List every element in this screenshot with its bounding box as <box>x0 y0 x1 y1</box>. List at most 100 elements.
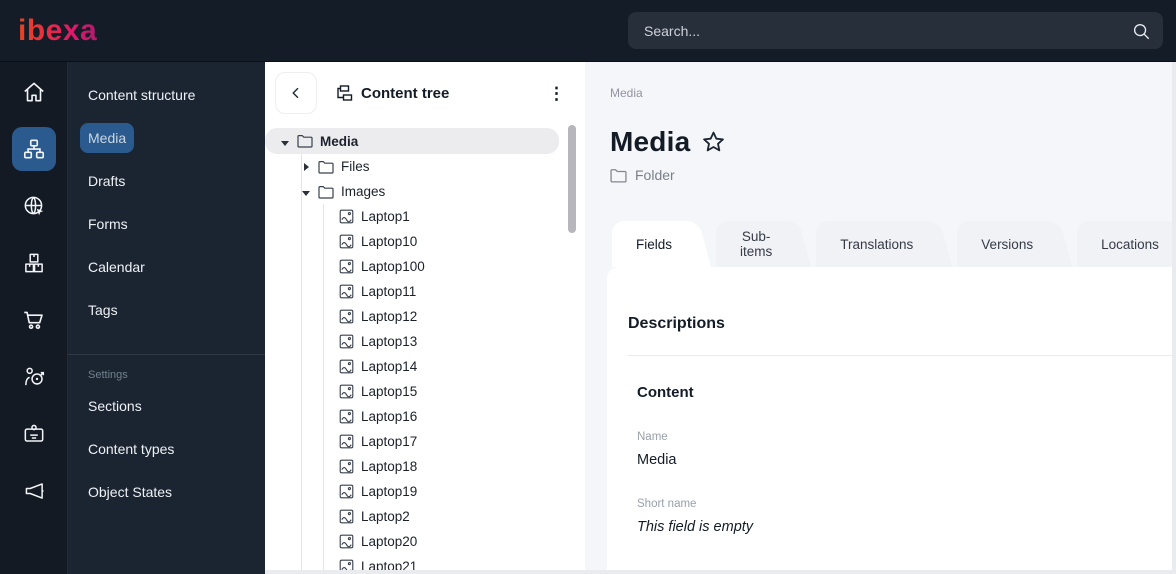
search-input[interactable] <box>644 22 1131 39</box>
tab-versions[interactable]: Versions <box>957 221 1052 267</box>
image-icon <box>339 434 354 449</box>
menu-item-label: Object States <box>88 484 173 500</box>
tree-item-label: Laptop100 <box>361 259 425 274</box>
tree-item-laptop21[interactable]: Laptop21 <box>265 554 559 570</box>
content-type-label: Folder <box>635 167 675 183</box>
tree-caret-icon[interactable] <box>322 209 332 224</box>
tree-item-laptop16[interactable]: Laptop16 <box>265 404 559 429</box>
image-icon <box>339 534 354 549</box>
tree-item-laptop20[interactable]: Laptop20 <box>265 529 559 554</box>
product-boxes-icon[interactable] <box>12 241 56 285</box>
ibexa-logo[interactable]: ibexa <box>18 15 97 46</box>
page-title: Media <box>610 126 691 157</box>
image-icon <box>339 409 354 424</box>
menu-item-label: Drafts <box>88 173 126 189</box>
tree-caret-icon[interactable] <box>322 409 332 424</box>
sidebar-item-sections[interactable]: Sections <box>80 391 150 421</box>
tree-item-laptop1[interactable]: Laptop1 <box>265 204 559 229</box>
tree-caret-icon[interactable] <box>322 359 332 374</box>
tree-caret-icon[interactable] <box>301 184 311 199</box>
site-globe-icon[interactable] <box>12 184 56 228</box>
tree-caret-icon[interactable] <box>322 334 332 349</box>
tree-item-laptop11[interactable]: Laptop11 <box>265 279 559 304</box>
fields-tab-panel: Descriptions Content Name Media Short na… <box>607 267 1176 574</box>
tree-caret-icon[interactable] <box>301 159 311 174</box>
tree-caret-icon[interactable] <box>322 509 332 524</box>
tree-item-files[interactable]: Files <box>265 154 559 179</box>
sidebar-item-media[interactable]: Media <box>80 123 135 153</box>
tree-item-images[interactable]: Images <box>265 179 559 204</box>
menu-item-label: Forms <box>88 216 128 232</box>
sidebar-item-calendar[interactable]: Calendar <box>80 252 153 282</box>
sidebar-item-content-types[interactable]: Content types <box>80 434 182 464</box>
tree-caret-icon[interactable] <box>280 134 290 149</box>
window-edge <box>265 570 1176 574</box>
tree-item-media[interactable]: Media <box>265 128 559 154</box>
tree-item-laptop19[interactable]: Laptop19 <box>265 479 559 504</box>
menu-item-label: Content types <box>88 441 175 457</box>
field-group-heading: Content <box>637 384 694 401</box>
sidebar-item-drafts[interactable]: Drafts <box>80 166 133 196</box>
tree-caret-icon[interactable] <box>322 484 332 499</box>
content-structure-icon[interactable] <box>11 127 56 171</box>
tab-translations[interactable]: Translations <box>816 221 932 267</box>
tree-scrollbar-thumb[interactable] <box>568 125 576 233</box>
tree-item-laptop13[interactable]: Laptop13 <box>265 329 559 354</box>
sidebar-item-forms[interactable]: Forms <box>80 209 136 239</box>
tree-item-laptop2[interactable]: Laptop2 <box>265 504 559 529</box>
menu-item-label: Tags <box>88 302 118 318</box>
tree-options-kebab-icon[interactable]: ⋮ <box>542 81 571 106</box>
tree-item-label: Laptop14 <box>361 359 418 374</box>
tab-locations[interactable]: Locations <box>1077 221 1176 267</box>
tree-item-label: Laptop21 <box>361 559 418 570</box>
tree-caret-icon[interactable] <box>322 434 332 449</box>
folder-icon <box>610 168 627 183</box>
image-icon <box>339 259 354 274</box>
sidebar-item-object-states[interactable]: Object States <box>80 477 180 507</box>
cart-icon[interactable] <box>12 298 56 342</box>
tree-caret-icon[interactable] <box>322 459 332 474</box>
field-value: This field is empty <box>637 519 754 535</box>
tab-label: Translations <box>840 236 914 252</box>
tab-fields[interactable]: Fields <box>612 221 691 267</box>
folder-icon <box>297 135 313 148</box>
menu-item-label: Sections <box>88 398 142 414</box>
tree-item-label: Laptop15 <box>361 384 418 399</box>
tree-item-laptop17[interactable]: Laptop17 <box>265 429 559 454</box>
chevron-left-icon <box>292 87 299 99</box>
tree-caret-icon[interactable] <box>322 234 332 249</box>
personalization-target-icon[interactable] <box>12 355 56 399</box>
tab-label: Versions <box>981 236 1034 252</box>
image-icon <box>339 334 354 349</box>
tree-item-label: Images <box>341 184 386 199</box>
image-icon <box>339 209 354 224</box>
tree-item-laptop12[interactable]: Laptop12 <box>265 304 559 329</box>
tree-item-laptop10[interactable]: Laptop10 <box>265 229 559 254</box>
tree-item-label: Laptop12 <box>361 309 418 324</box>
settings-section-label: Settings <box>88 369 128 381</box>
tree-caret-icon[interactable] <box>322 559 332 570</box>
breadcrumb[interactable]: Media <box>610 86 1176 100</box>
tree-caret-icon[interactable] <box>322 259 332 274</box>
sidebar-item-tags[interactable]: Tags <box>80 295 126 325</box>
section-heading: Descriptions <box>628 315 725 332</box>
admin-badge-icon[interactable] <box>12 412 56 456</box>
tree-item-laptop14[interactable]: Laptop14 <box>265 354 559 379</box>
tree-item-laptop15[interactable]: Laptop15 <box>265 379 559 404</box>
tree-caret-icon[interactable] <box>322 284 332 299</box>
menu-sidebar: Content structure Media Drafts Forms Calenda… <box>68 62 265 574</box>
sidebar-item-content-structure[interactable]: Content structure <box>80 80 203 110</box>
tree-item-laptop18[interactable]: Laptop18 <box>265 454 559 479</box>
tree-caret-icon[interactable] <box>322 384 332 399</box>
bookmark-star-button[interactable] <box>700 129 727 156</box>
menu-item-label: Content structure <box>88 87 196 103</box>
home-icon[interactable] <box>12 70 56 114</box>
tab-sub-items[interactable]: Sub-items <box>716 221 791 267</box>
collapse-tree-button[interactable] <box>275 72 317 114</box>
content-tree-header: Content tree ⋮ <box>265 62 585 124</box>
image-icon <box>339 459 354 474</box>
tree-item-laptop100[interactable]: Laptop100 <box>265 254 559 279</box>
tree-caret-icon[interactable] <box>322 309 332 324</box>
megaphone-icon[interactable] <box>12 469 56 513</box>
tree-caret-icon[interactable] <box>322 534 332 549</box>
